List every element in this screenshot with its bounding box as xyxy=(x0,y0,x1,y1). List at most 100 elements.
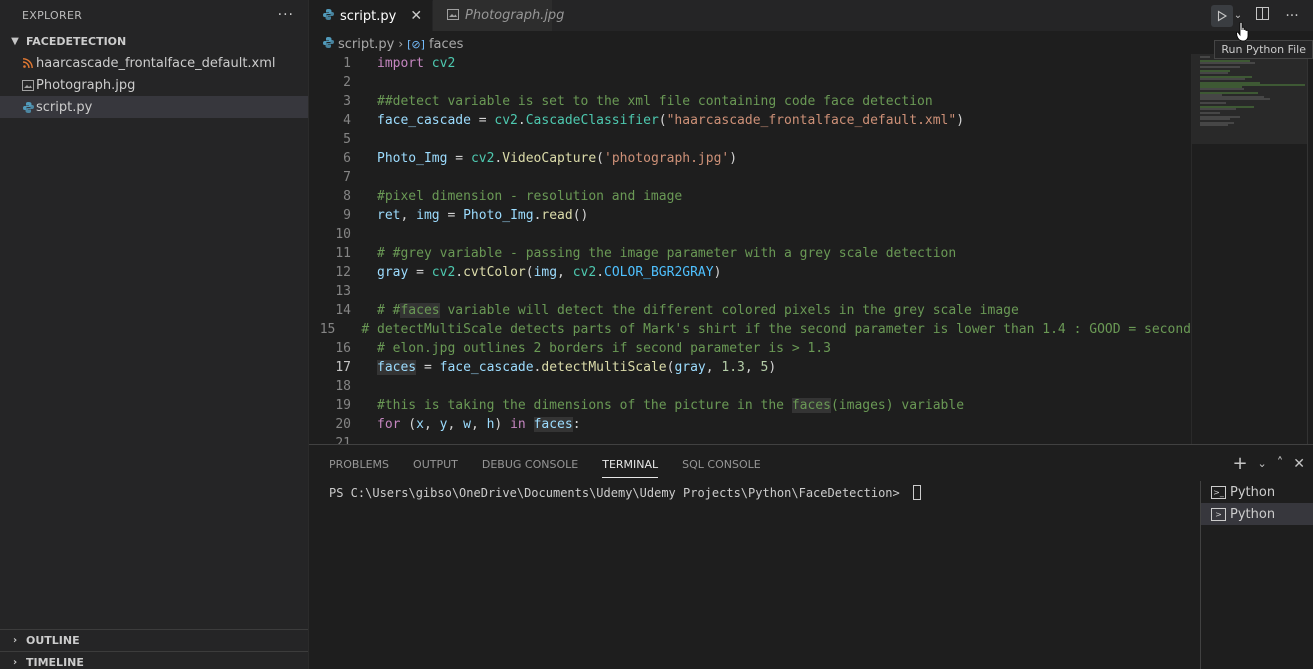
chevron-right-icon: › xyxy=(12,635,18,646)
hand-cursor-icon xyxy=(1236,22,1249,42)
line-number: 4 xyxy=(343,113,351,128)
code-line: 13 xyxy=(309,282,1191,301)
file-item-xml[interactable]: haarcascade_frontalface_default.xml xyxy=(0,52,308,74)
code-line-current: 17 faces = face_cascade.detectMultiScale… xyxy=(309,358,1191,377)
chevron-down-icon[interactable]: ⌄ xyxy=(1258,457,1267,470)
line-number: 18 xyxy=(335,379,351,394)
line-number: 14 xyxy=(335,303,351,318)
line-number: 7 xyxy=(343,170,351,185)
line-number: 5 xyxy=(343,132,351,147)
minimap-line xyxy=(1200,102,1226,104)
line-number: 2 xyxy=(343,75,351,90)
minimap-line xyxy=(1200,78,1245,80)
explorer-sidebar: EXPLORER ··· ▼ FACEDETECTION haarcascade… xyxy=(0,0,309,669)
tab-problems[interactable]: PROBLEMS xyxy=(329,445,389,483)
minimap-line xyxy=(1200,112,1220,114)
minimap-line xyxy=(1200,66,1240,68)
line-number: 10 xyxy=(335,227,351,242)
terminal-instance[interactable]: > Python xyxy=(1201,503,1313,525)
file-label: haarcascade_frontalface_default.xml xyxy=(36,55,276,71)
line-number: 3 xyxy=(343,94,351,109)
line-number: 21 xyxy=(335,436,351,444)
line-number: 13 xyxy=(335,284,351,299)
tab-debug-console[interactable]: DEBUG CONSOLE xyxy=(482,445,578,483)
split-editor-icon[interactable] xyxy=(1251,7,1273,24)
outline-label: OUTLINE xyxy=(26,634,80,647)
code-line: 4 face_cascade = cv2.CascadeClassifier("… xyxy=(309,111,1191,130)
code-line: 7 xyxy=(309,168,1191,187)
minimap-line xyxy=(1200,108,1236,110)
line-number: 11 xyxy=(335,246,351,261)
terminal-output[interactable]: PS C:\Users\gibso\OneDrive\Documents\Ude… xyxy=(329,485,921,500)
python-icon xyxy=(20,99,36,115)
close-icon[interactable]: ✕ xyxy=(410,8,422,24)
timeline-label: TIMELINE xyxy=(26,656,84,669)
tab-label: Photograph.jpg xyxy=(465,8,565,23)
play-icon xyxy=(1217,10,1228,21)
image-icon xyxy=(20,77,36,93)
code-line: 2 xyxy=(309,73,1191,92)
minimap-line xyxy=(1200,88,1244,90)
minimap[interactable] xyxy=(1191,54,1313,444)
minimap-scrollbar[interactable] xyxy=(1307,54,1313,444)
tab-label: script.py xyxy=(340,8,397,24)
rss-icon xyxy=(20,55,36,71)
chevron-down-icon: ▼ xyxy=(11,35,19,47)
line-number: 6 xyxy=(343,151,351,166)
tab-photograph-jpg[interactable]: Photograph.jpg xyxy=(433,0,564,31)
code-line: 3 ##detect variable is set to the xml fi… xyxy=(309,92,1191,111)
line-number: 12 xyxy=(335,265,351,280)
line-number: 20 xyxy=(335,417,351,432)
panel-tabs: PROBLEMS OUTPUT DEBUG CONSOLE TERMINAL S… xyxy=(309,445,1313,483)
breadcrumb-file[interactable]: script.py xyxy=(338,37,394,52)
chevron-down-icon[interactable]: ⌄ xyxy=(1233,10,1243,21)
minimap-line xyxy=(1200,124,1228,126)
minimap-line xyxy=(1200,62,1255,64)
ellipsis-icon[interactable]: ··· xyxy=(278,7,294,23)
chevron-right-icon: › xyxy=(12,657,18,668)
minimap-line xyxy=(1200,56,1210,58)
tab-terminal[interactable]: TERMINAL xyxy=(602,445,658,483)
panel-actions: + ⌄ ˄ ✕ xyxy=(1232,453,1305,474)
code-line: 9 ret, img = Photo_Img.read() xyxy=(309,206,1191,225)
code-line: 14 # #faces variable will detect the dif… xyxy=(309,301,1191,320)
plus-icon[interactable]: + xyxy=(1232,453,1247,474)
folder-facedetection[interactable]: ▼ FACEDETECTION xyxy=(0,30,308,52)
ellipsis-icon[interactable]: ··· xyxy=(1281,8,1303,24)
line-number: 9 xyxy=(343,208,351,223)
python-icon xyxy=(323,36,334,52)
tab-script-py[interactable]: script.py ✕ xyxy=(309,0,434,31)
outline-section[interactable]: › OUTLINE xyxy=(0,629,308,651)
timeline-section[interactable]: › TIMELINE xyxy=(0,651,308,669)
line-number: 16 xyxy=(335,341,351,356)
code-line: 11 # #grey variable - passing the image … xyxy=(309,244,1191,263)
tab-output[interactable]: OUTPUT xyxy=(413,445,458,483)
line-number: 15 xyxy=(319,322,336,337)
code-editor[interactable]: 1 import cv2 2 3 ##detect variable is se… xyxy=(309,54,1191,444)
file-item-script[interactable]: script.py xyxy=(0,96,308,118)
explorer-header: EXPLORER ··· xyxy=(0,0,308,30)
breadcrumb-symbol[interactable]: faces xyxy=(429,37,463,52)
close-icon[interactable]: ✕ xyxy=(1293,456,1305,472)
chevron-up-icon[interactable]: ˄ xyxy=(1277,456,1284,471)
file-label: script.py xyxy=(36,99,93,115)
code-line: 16 # elon.jpg outlines 2 borders if seco… xyxy=(309,339,1191,358)
terminal-instance[interactable]: >_ Python xyxy=(1201,481,1313,503)
variable-icon: [⊘] xyxy=(407,37,425,51)
line-number: 8 xyxy=(343,189,351,204)
terminal-icon: >_ xyxy=(1211,485,1226,499)
run-python-file-button[interactable] xyxy=(1211,4,1233,27)
folder-label: FACEDETECTION xyxy=(26,34,127,48)
code-line: 21 xyxy=(309,434,1191,444)
minimap-line xyxy=(1200,98,1270,100)
code-line: 12 gray = cv2.cvtColor(img, cv2.COLOR_BG… xyxy=(309,263,1191,282)
file-item-photograph[interactable]: Photograph.jpg xyxy=(0,74,308,96)
editor-actions: ⌄ ··· xyxy=(1211,0,1313,31)
tab-sql-console[interactable]: SQL CONSOLE xyxy=(682,445,761,483)
editor-tabbar: script.py ✕ Photograph.jpg ⌄ ··· xyxy=(309,0,1313,31)
bottom-panel: PROBLEMS OUTPUT DEBUG CONSOLE TERMINAL S… xyxy=(309,444,1313,669)
terminal-prompt: PS C:\Users\gibso\OneDrive\Documents\Ude… xyxy=(329,485,907,500)
code-line: 15 # detectMultiScale detects parts of M… xyxy=(309,320,1191,339)
code-line: 18 xyxy=(309,377,1191,396)
breadcrumb: script.py › [⊘] faces xyxy=(309,33,463,55)
